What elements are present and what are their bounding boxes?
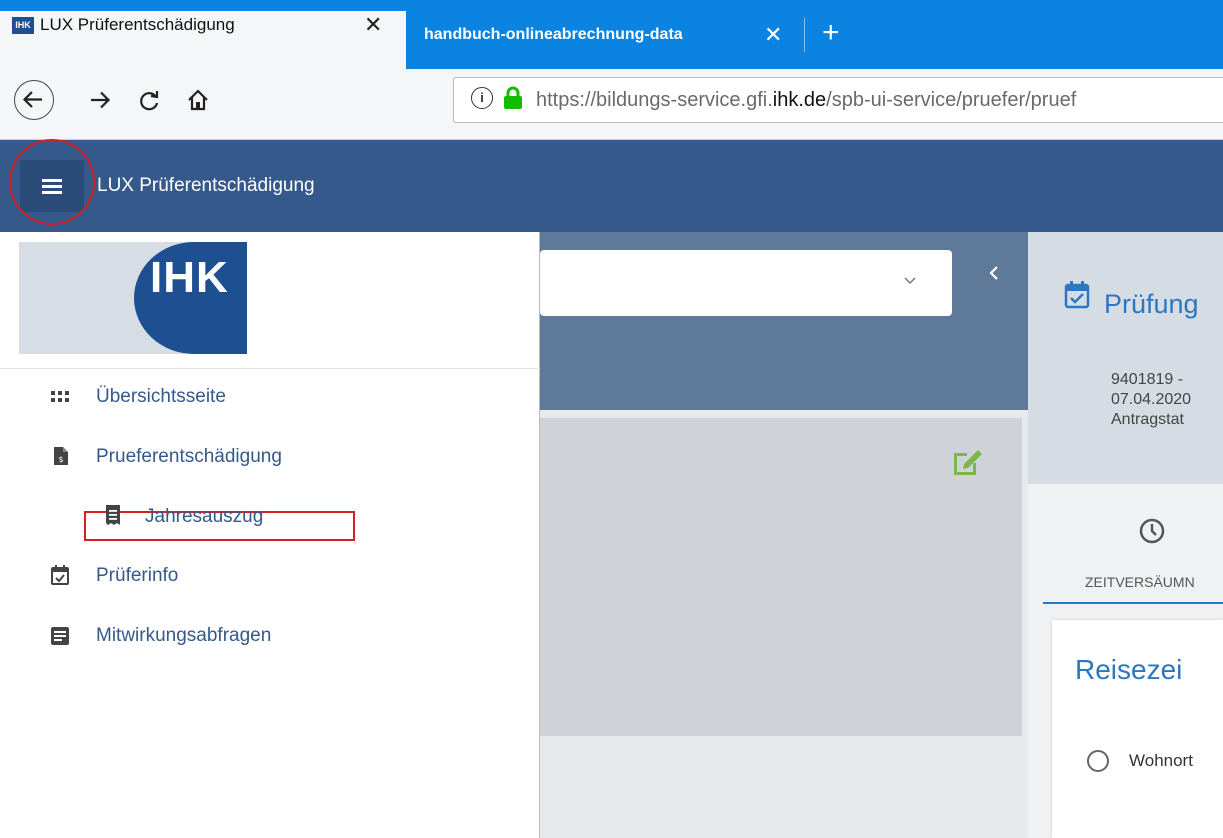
sidebar-item-prueferinfo[interactable] <box>0 550 540 608</box>
select-dropdown[interactable] <box>540 250 952 316</box>
active-tab-indicator <box>1043 602 1223 604</box>
sidebar-item-label[interactable]: Mitwirkungsabfragen <box>96 624 271 648</box>
arrow-left-icon <box>22 91 42 108</box>
chevron-down-icon[interactable] <box>900 270 920 295</box>
app-title: LUX Prüferentschädigung <box>97 175 315 196</box>
application-status: Antragstat <box>1111 411 1184 428</box>
tab-title: LUX Prüferentschädigung <box>40 15 235 34</box>
clock-icon[interactable] <box>1138 517 1166 550</box>
new-tab-icon[interactable]: + <box>822 16 840 50</box>
sidebar-subitem-jahresauszug[interactable]: Jahresauszug <box>145 505 263 529</box>
receipt-icon <box>104 504 122 526</box>
wohnort-label: Wohnort <box>1129 751 1193 770</box>
sidebar-item-label[interactable]: Prueferentschädigung <box>96 445 282 469</box>
exam-number: 9401819 - <box>1111 371 1184 388</box>
card-title: Reisezei <box>1075 654 1183 685</box>
calendar-check-icon <box>50 564 70 591</box>
reload-button[interactable] <box>130 80 170 120</box>
tab-zeitversaeumnis[interactable]: ZEITVERSÄUMN <box>1085 572 1195 592</box>
tab-2-title[interactable]: handbuch-onlineabrechnung-data <box>424 20 754 50</box>
collapse-panel-icon[interactable] <box>986 263 1002 289</box>
calendar-check-icon <box>1064 280 1090 315</box>
forward-button[interactable] <box>80 80 120 120</box>
ihk-favicon-icon: IHK <box>12 17 34 34</box>
edit-icon[interactable] <box>950 447 984 482</box>
arrow-right-icon <box>91 91 111 109</box>
exam-header-panel <box>1028 232 1223 484</box>
home-button[interactable] <box>178 80 218 120</box>
form-icon <box>50 626 70 651</box>
info-icon[interactable]: i <box>471 87 493 109</box>
lock-icon[interactable] <box>502 86 524 115</box>
sidebar-item-uebersichtsseite[interactable] <box>0 372 540 430</box>
menu-highlight-circle <box>9 139 95 225</box>
home-icon <box>188 89 208 111</box>
tab-separator <box>804 18 805 52</box>
grid-dots-icon <box>50 388 70 411</box>
sidebar-item-label[interactable]: Übersichtsseite <box>96 385 226 409</box>
close-tab-2-icon[interactable]: ✕ <box>764 20 782 50</box>
divider <box>0 368 540 369</box>
exam-date: 07.04.2020 <box>1111 391 1192 408</box>
wohnort-radio[interactable] <box>1087 750 1109 772</box>
svg-text:$: $ <box>58 455 63 464</box>
close-tab-icon[interactable]: ✕ <box>364 10 382 40</box>
ihk-logo-text: IHK <box>150 253 229 302</box>
url-text[interactable]: https://bildungs-service.gfi.ihk.de/spb-… <box>536 86 1076 114</box>
file-euro-icon: $ <box>53 446 69 471</box>
sidebar-item-label[interactable]: Prüferinfo <box>96 564 178 588</box>
exam-info: 9401819 - 07.04.2020 Antragstat <box>1111 370 1191 430</box>
exam-title: Prüfung <box>1104 289 1199 319</box>
reload-icon <box>140 91 159 111</box>
back-button[interactable] <box>14 80 54 120</box>
